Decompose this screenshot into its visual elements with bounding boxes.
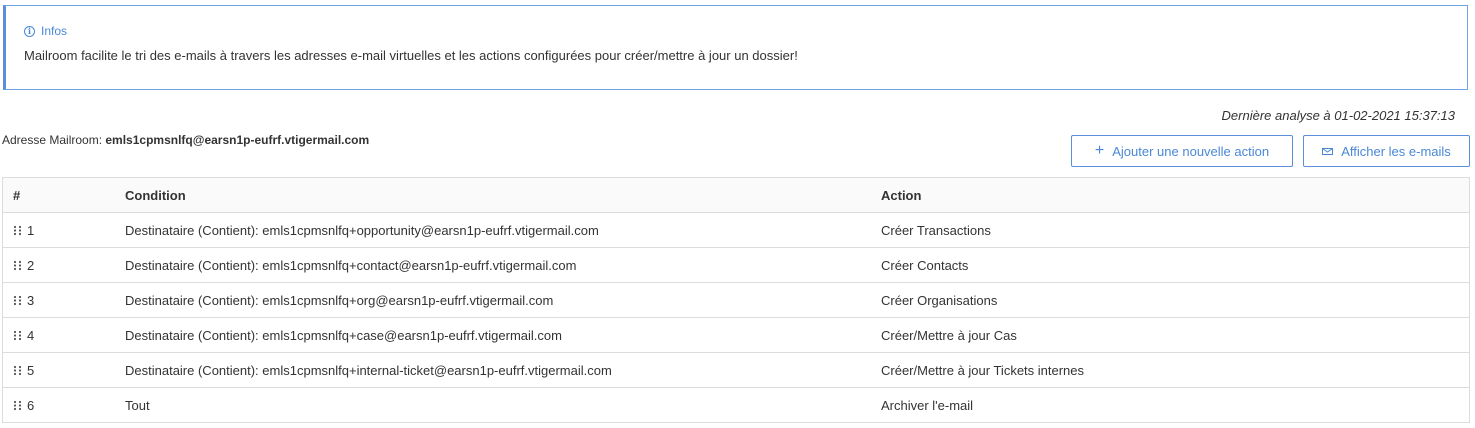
last-analysis-timestamp: Dernière analyse à 01-02-2021 15:37:13 [1221,108,1455,123]
drag-handle-icon[interactable] [13,295,22,306]
row-number-cell: 6 [2,387,113,423]
row-condition: Destinataire (Contient): emls1cpmsnlfq+i… [113,352,871,388]
row-action: Créer Contacts [871,247,1470,283]
row-number: 2 [27,257,35,273]
info-icon: i [24,25,35,37]
plus-icon: + [1094,142,1105,159]
info-title: Infos [41,24,68,38]
row-action: Créer/Mettre à jour Cas [871,317,1470,353]
row-number-cell: 2 [2,247,113,283]
mailroom-address-label: Adresse Mailroom: [2,133,103,147]
table-header-row: # Condition Action [2,177,1470,213]
info-text: Mailroom facilite le tri des e-mails à t… [24,48,798,63]
table-row[interactable]: 5 Destinataire (Contient): emls1cpmsnlfq+… [2,352,1470,388]
header-condition: Condition [113,177,871,213]
row-number-cell: 5 [2,352,113,388]
table-row[interactable]: 3 Destinataire (Contient): emls1cpmsnlfq+… [2,282,1470,318]
table-row[interactable]: 1 Destinataire (Contient): emls1cpmsnlfq+… [2,212,1470,248]
row-condition: Tout [113,387,871,423]
add-action-label: Ajouter une nouvelle action [1112,143,1270,159]
mailroom-address-value: emls1cpmsnlfq@earsn1p-eufrf.vtigermail.c… [105,133,370,147]
drag-handle-icon[interactable] [13,260,22,271]
mailroom-address: Adresse Mailroom: emls1cpmsnlfq@earsn1p-… [2,133,369,147]
row-condition: Destinataire (Contient): emls1cpmsnlfq+o… [113,212,871,248]
row-number: 5 [27,362,35,378]
row-number-cell: 1 [2,212,113,248]
drag-handle-icon[interactable] [13,330,22,341]
row-number: 4 [27,327,35,343]
header-action: Action [871,177,1470,213]
drag-handle-icon[interactable] [13,365,22,376]
row-action: Créer Organisations [871,282,1470,318]
row-condition: Destinataire (Contient): emls1cpmsnlfq+o… [113,282,871,318]
table-row[interactable]: 6 Tout Archiver l'e-mail [2,387,1470,423]
info-panel: i Infos Mailroom facilite le tri des e-m… [3,5,1468,90]
envelope-icon [1322,147,1334,155]
row-action: Créer Transactions [871,212,1470,248]
view-emails-label: Afficher les e-mails [1341,143,1451,159]
row-action: Créer/Mettre à jour Tickets internes [871,352,1470,388]
drag-handle-icon[interactable] [13,225,22,236]
info-header: i Infos [24,24,67,38]
add-action-button[interactable]: + Ajouter une nouvelle action [1071,135,1293,167]
row-number: 6 [27,397,35,413]
view-emails-button[interactable]: Afficher les e-mails [1303,135,1470,167]
header-number: # [2,177,113,213]
row-number: 1 [27,222,35,238]
rules-table: # Condition Action 1 Destinataire (Contie… [2,177,1470,423]
row-number: 3 [27,292,35,308]
row-number-cell: 4 [2,317,113,353]
row-action: Archiver l'e-mail [871,387,1470,423]
row-condition: Destinataire (Contient): emls1cpmsnlfq+c… [113,247,871,283]
table-row[interactable]: 4 Destinataire (Contient): emls1cpmsnlfq+… [2,317,1470,353]
table-row[interactable]: 2 Destinataire (Contient): emls1cpmsnlfq+… [2,247,1470,283]
drag-handle-icon[interactable] [13,400,22,411]
row-number-cell: 3 [2,282,113,318]
row-condition: Destinataire (Contient): emls1cpmsnlfq+c… [113,317,871,353]
